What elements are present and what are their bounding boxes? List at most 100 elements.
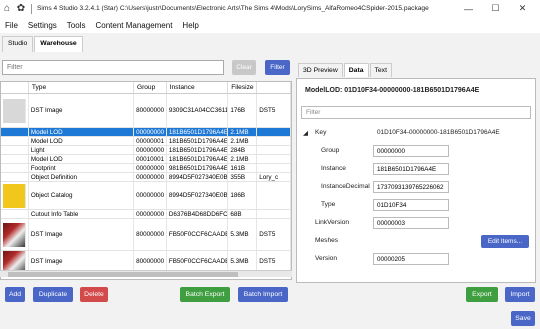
import-button[interactable]: Import [505, 287, 535, 302]
filter-input[interactable] [2, 60, 224, 75]
key-label: Key [315, 129, 327, 136]
horizontal-scrollbar[interactable] [0, 270, 292, 277]
close-button[interactable]: ✕ [509, 0, 536, 17]
column-header-filesize[interactable]: Filesize [228, 82, 258, 93]
duplicate-button[interactable]: Duplicate [33, 287, 73, 302]
instance-field[interactable]: 181B6501D1796A4E [373, 163, 449, 175]
menu-file[interactable]: File [0, 21, 23, 30]
thumbnail [3, 222, 26, 247]
export-button[interactable]: Export [466, 287, 498, 302]
table-row[interactable]: Object Catalog 00000000 8994D5F027340E0B… [1, 182, 291, 210]
clear-button[interactable]: Clear [232, 60, 256, 75]
thumbnail [3, 183, 26, 208]
table-row[interactable]: DST Image 80000000 FB50F0CCF6CAADB5 5.3M… [1, 219, 291, 251]
cell-extra [257, 128, 291, 136]
table-row[interactable]: Model LOD 00000001 181B6501D1796A4E 2.1M… [1, 137, 291, 146]
home-icon[interactable]: ⌂ [0, 2, 14, 16]
column-header-instance[interactable]: Instance [167, 82, 229, 93]
scrollbar-thumb[interactable] [8, 272, 238, 277]
maximize-button[interactable]: ☐ [482, 0, 509, 17]
add-button[interactable]: Add [5, 287, 25, 302]
instance-decimal-field[interactable]: 1737093139765226062 [373, 181, 449, 193]
table-row[interactable]: Model LOD 00000000 181B6501D1796A4E 2.1M… [1, 128, 291, 137]
tab-3d-preview[interactable]: 3D Preview [298, 63, 343, 77]
group-label: Group [321, 147, 340, 154]
cell-instance: 9309C31A04CC3611 [167, 94, 229, 127]
tab-warehouse[interactable]: Warehouse [34, 36, 83, 52]
type-field[interactable]: 01D10F34 [373, 199, 449, 211]
table-row[interactable]: Cutout Info Table 00000000 D6376B4D68DD6… [1, 210, 291, 219]
table-row[interactable]: Object Definition 00000000 8994D5F027340… [1, 173, 291, 182]
link-version-field[interactable]: 00000003 [373, 217, 449, 229]
grid-header: Type Group Instance Filesize [1, 82, 291, 94]
cell-group: 80000000 [134, 94, 167, 127]
minimize-button[interactable]: — [455, 0, 482, 17]
cell-instance: D6376B4D68DD6FC0 [168, 210, 229, 218]
cell-extra [257, 210, 291, 218]
menu-help[interactable]: Help [177, 21, 203, 30]
tab-data[interactable]: Data [343, 63, 369, 77]
delete-button[interactable]: Delete [80, 287, 108, 302]
version-label: Version [315, 255, 337, 262]
window-title: Sims 4 Studio 3.2.4.1 (Star) C:\Users\ju… [37, 5, 429, 12]
cell-filesize: 176B [228, 94, 258, 127]
property-row: Meshes Edit Items... [297, 235, 535, 251]
cell-type: DST Image [29, 219, 135, 250]
menu-settings[interactable]: Settings [23, 21, 62, 30]
cell-filesize: 2.1MB [228, 137, 258, 145]
cell-instance: FB50F0CCF6CAADB5 [167, 251, 229, 272]
resource-title: ModelLOD: 01D10F34-00000000-181B6501D179… [305, 87, 480, 94]
table-row[interactable]: Light 00000000 181B6501D1796A4E 284B [1, 146, 291, 155]
save-button[interactable]: Save [511, 311, 535, 326]
edit-items-button[interactable]: Edit Items... [481, 235, 529, 248]
menu-tools[interactable]: Tools [62, 21, 91, 30]
title-bar: ⌂ ✿ Sims 4 Studio 3.2.4.1 (Star) C:\User… [0, 0, 540, 17]
table-row[interactable]: Footprint 00000000 981B6501D1796A4E 161B [1, 164, 291, 173]
menu-bar: File Settings Tools Content Management H… [0, 17, 540, 33]
tab-studio[interactable]: Studio [2, 36, 34, 52]
cell-group: 00010001 [134, 155, 167, 163]
cell-type: Object Definition [29, 173, 135, 181]
column-header-group[interactable]: Group [134, 82, 167, 93]
type-label: Type [321, 201, 336, 208]
cell-filesize: 2.1MB [228, 155, 258, 163]
filter-button[interactable]: Filter [265, 60, 290, 75]
batch-import-button[interactable]: Batch Import [238, 287, 288, 302]
property-row: ◢ Key 01D10F34-00000000-181B6501D1796A4E [297, 129, 535, 143]
cell-type: Model LOD [29, 155, 135, 163]
thumbnail [3, 251, 26, 272]
link-version-label: LinkVersion [315, 219, 350, 226]
column-header-extra[interactable] [257, 82, 291, 93]
cell-type: Light [29, 146, 135, 154]
cell-filesize: 161B [228, 164, 258, 172]
cell-group: 00000001 [134, 137, 167, 145]
cell-instance: 981B6501D1796A4E [168, 164, 229, 172]
thumbnail [3, 98, 26, 123]
table-row[interactable]: Model LOD 00010001 181B6501D1796A4E 2.1M… [1, 155, 291, 164]
cell-instance: 181B6501D1796A4E [168, 128, 229, 136]
key-value: 01D10F34-00000000-181B6501D1796A4E [377, 129, 500, 136]
menu-content-management[interactable]: Content Management [90, 21, 177, 30]
instance-decimal-label: InstanceDecimal [321, 183, 370, 190]
column-header-thumb[interactable] [1, 82, 29, 93]
property-row: Type 01D10F34 [297, 199, 535, 215]
cell-type: DST Image [29, 251, 135, 272]
cell-group: 00000000 [134, 173, 167, 181]
palette-icon[interactable]: ✿ [14, 2, 28, 16]
cell-group: 00000000 [134, 210, 167, 218]
version-field[interactable]: 00000205 [373, 253, 449, 265]
cell-instance: 8994D5F027340E0B [167, 182, 229, 209]
cell-extra: DST5 [257, 251, 291, 272]
table-row[interactable]: DST Image 80000000 9309C31A04CC3611 176B… [1, 94, 291, 128]
collapse-icon[interactable]: ◢ [303, 129, 308, 137]
cell-filesize: 355B [228, 173, 258, 181]
property-filter-input[interactable]: Filter [301, 106, 531, 119]
cell-filesize: 186B [228, 182, 258, 209]
cell-extra [257, 137, 291, 145]
group-field[interactable]: 00000000 [373, 145, 449, 157]
tab-text[interactable]: Text [369, 63, 392, 77]
batch-export-button[interactable]: Batch Export [180, 287, 230, 302]
property-row: LinkVersion 00000003 [297, 217, 535, 233]
cell-group: 00000000 [134, 164, 167, 172]
column-header-type[interactable]: Type [29, 82, 134, 93]
